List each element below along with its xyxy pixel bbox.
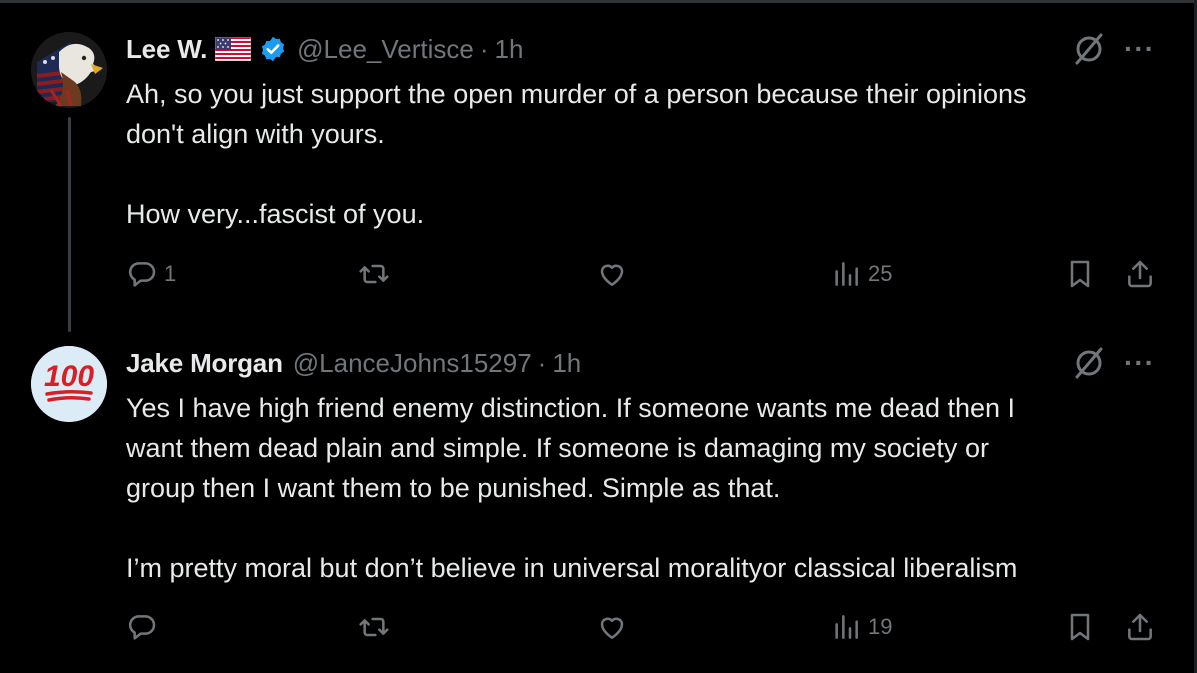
thread-connector-line <box>68 117 71 332</box>
views-icon <box>835 615 858 639</box>
user-handle[interactable]: @Lee_Vertisce <box>297 34 474 65</box>
more-options-icon[interactable]: ··· <box>1124 349 1155 377</box>
tweet-text: Yes I have high friend enemy distinction… <box>126 393 1018 583</box>
display-name[interactable]: Lee W. <box>126 34 207 65</box>
view-count: 19 <box>868 614 893 639</box>
verified-badge-icon[interactable] <box>259 35 287 63</box>
tweet-header: Jake Morgan @LanceJohns15297 · 1h <box>126 348 581 378</box>
view-count: 25 <box>868 261 893 286</box>
separator-dot: · <box>479 33 489 64</box>
views-icon <box>835 262 858 286</box>
more-options-icon[interactable]: ··· <box>1124 35 1155 63</box>
svg-text:100: 100 <box>44 360 94 393</box>
tweet-header: Lee W. @Lee_Vertisce · 1h <box>126 34 523 64</box>
reply-button[interactable]: 1 <box>126 258 176 290</box>
views-button[interactable]: 19 <box>830 611 892 643</box>
reply-icon <box>128 262 156 287</box>
tweet-top-actions: ··· <box>1072 346 1155 380</box>
user-handle[interactable]: @LanceJohns15297 <box>293 348 532 379</box>
views-button[interactable]: 25 <box>830 258 892 290</box>
share-button[interactable] <box>1124 258 1156 290</box>
tweet-actions: 1 25 <box>126 258 1166 298</box>
like-button[interactable] <box>596 611 634 643</box>
share-icon <box>1128 260 1152 288</box>
bookmark-icon <box>1070 260 1090 288</box>
avatar[interactable]: 100 <box>31 346 107 422</box>
reply-count: 1 <box>164 261 177 286</box>
tweet-text: Ah, so you just support the open murder … <box>126 79 1027 229</box>
top-border <box>0 0 1197 3</box>
hundred-points-emoji-avatar-icon: 100 <box>31 346 107 422</box>
share-button[interactable] <box>1124 611 1156 643</box>
separator-dot: · <box>537 347 547 378</box>
us-flag-icon <box>214 36 252 62</box>
tweet-actions: 19 <box>126 611 1166 651</box>
heart-icon <box>600 617 624 639</box>
repost-icon <box>359 617 389 637</box>
reply-icon <box>128 615 156 640</box>
bookmark-icon <box>1070 613 1090 641</box>
reply-button[interactable] <box>126 611 164 643</box>
repost-button[interactable] <box>358 258 396 290</box>
repost-button[interactable] <box>358 611 396 643</box>
display-name[interactable]: Jake Morgan <box>126 348 283 379</box>
grok-icon[interactable] <box>1072 346 1106 380</box>
eagle-flag-avatar-icon <box>31 32 107 108</box>
heart-icon <box>600 264 624 286</box>
timestamp[interactable]: 1h <box>552 348 581 379</box>
timestamp[interactable]: 1h <box>495 34 524 65</box>
like-button[interactable] <box>596 258 634 290</box>
tweet-top-actions: ··· <box>1072 32 1155 66</box>
repost-icon <box>359 264 389 284</box>
avatar[interactable] <box>31 32 107 108</box>
share-icon <box>1128 613 1152 641</box>
bookmark-button[interactable] <box>1064 258 1096 290</box>
grok-icon[interactable] <box>1072 32 1106 66</box>
bookmark-button[interactable] <box>1064 611 1096 643</box>
